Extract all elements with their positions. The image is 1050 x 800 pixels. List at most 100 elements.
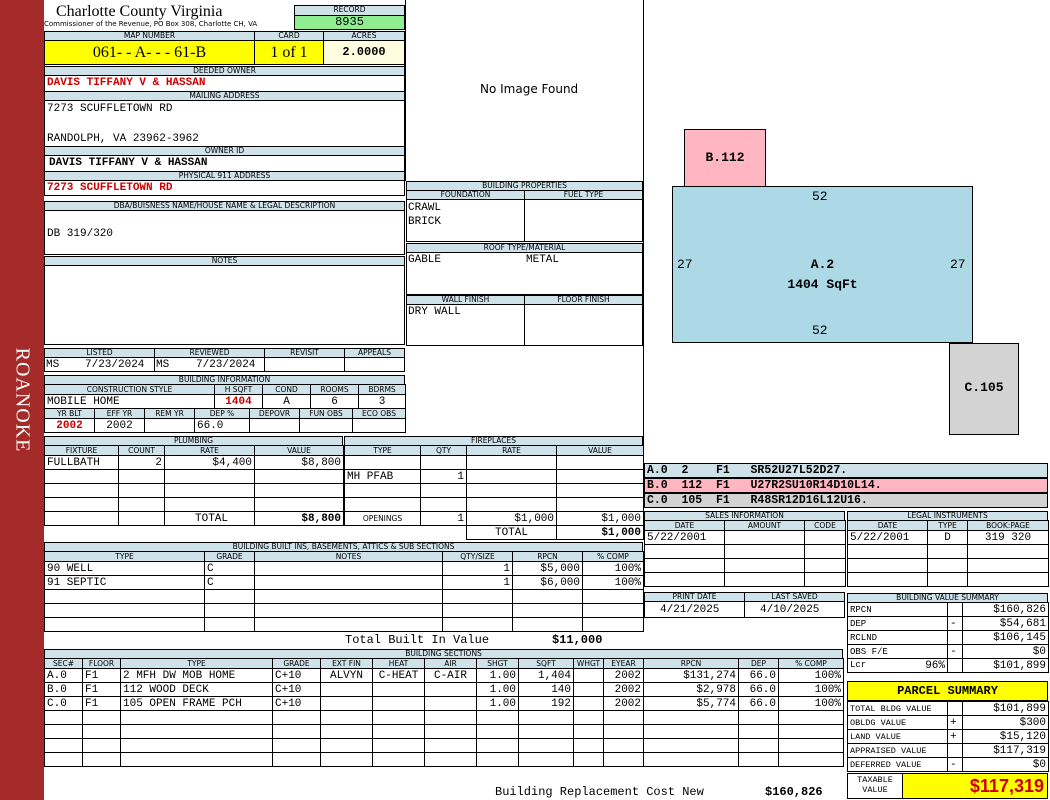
roof-type: GABLE — [408, 254, 442, 266]
openings-rate: $1,000 — [466, 511, 557, 526]
count-header: COUNT — [118, 445, 165, 456]
table-row: 90 WELL C 1 $5,000 100% — [44, 561, 644, 576]
taxable-label: TAXABLE VALUE — [857, 775, 893, 795]
hsqft-label: H SQFT — [214, 384, 263, 395]
bi-notes-header: NOTES — [254, 551, 443, 562]
grade-header: GRADE — [272, 658, 321, 669]
map-number: 061- - A- - - 61-B — [44, 40, 255, 65]
sqft-header: SQFT — [518, 658, 574, 669]
fixture-header: FIXTURE — [44, 445, 119, 456]
legal-date-header: DATE — [847, 520, 928, 531]
legal-type-header: TYPE — [927, 520, 968, 531]
plumbing-table: FIXTURE COUNT RATE VALUE FULLBATH 2 $4,400 $8,… — [44, 445, 344, 526]
table-row: RPCN $160,826 — [847, 602, 1049, 617]
reviewed-date: 7/23/2024 — [196, 359, 256, 371]
openings-qty: 1 — [420, 511, 467, 526]
sketch-a-label: A.2 — [810, 257, 835, 272]
funobs-label: FUN OBS — [299, 408, 353, 419]
table-row: 91 SEPTIC C 1 $6,000 100% — [44, 575, 644, 590]
table-row: B.0 F1 112 WOOD DECK C+10 1.00 140 2002 $2,978 6… — [44, 682, 844, 697]
sketch-b-label: B.112 — [705, 150, 745, 165]
yrblt-value: 2002 — [44, 418, 95, 433]
plumbing-total: $8,800 — [254, 511, 344, 526]
no-image-text: No Image Found — [480, 82, 579, 96]
sketch-code-a: A.0 2 F1 SR52U27L52D27. — [644, 463, 1048, 478]
table-row: TOTAL BLDG VALUE $101,899 — [847, 701, 1049, 716]
openings-value: $1,000 — [556, 511, 644, 526]
photo-panel-border — [405, 0, 406, 181]
dep-header: DEP — [738, 658, 779, 669]
notes-box — [44, 265, 405, 345]
sections-table: SEC# FLOOR TYPE GRADE EXT FIN HEAT AIR SHGT SQFT… — [44, 658, 844, 767]
rate-header: RATE — [164, 445, 255, 456]
wall-finish: DRY WALL — [408, 306, 461, 318]
bdrms-label: BDRMS — [358, 384, 406, 395]
county-subtitle: Commissioner of the Revenue, PO Box 308,… — [44, 20, 258, 28]
dep-value: 66.0 — [194, 418, 250, 433]
listed-by: MS — [46, 359, 60, 371]
legal-bookpage-header: BOOK:PAGE — [967, 520, 1049, 531]
roof-box — [406, 252, 643, 295]
table-row: RCLND $106,145 — [847, 630, 1049, 645]
foundation-1: CRAWL — [408, 202, 442, 214]
fireplaces-table: TYPE QTY RATE VALUE MH PFAB 1 OPENINGS 1 $1,00… — [344, 445, 644, 540]
sketch-code-b: B.0 112 F1 U27R2SU10R14D10L14. — [644, 478, 1048, 493]
builtins-table: TYPE GRADE NOTES QTY/SIZE RPCN% COMP 90 WELL… — [44, 551, 644, 632]
table-row: 5/22/2001 — [644, 530, 846, 545]
sales-table: DATE AMOUNT CODE 5/22/2001 — [644, 520, 846, 587]
fp-type-header: TYPE — [344, 445, 421, 456]
fireplaces-total: $1,000 — [556, 525, 644, 540]
replacement-cost: $160,826 — [765, 785, 823, 799]
bi-comp-header: % COMP — [582, 551, 644, 562]
building-info-table: CONSTRUCTION STYLE H SQFT COND ROOMS BDRMS M… — [44, 384, 406, 409]
dba-value: DB 319/320 — [47, 228, 114, 240]
value-header: VALUE — [254, 445, 344, 456]
table-row: OBS F/E - $0 — [847, 644, 1049, 659]
legal-table: DATE TYPE BOOK:PAGE 5/22/2001 D 319 320 — [847, 520, 1049, 587]
sales-amount-header: AMOUNT — [724, 520, 805, 531]
bi-rpcn-header: RPCN — [512, 551, 583, 562]
bdrms-value: 3 — [358, 394, 406, 409]
print-date: 4/21/2025 — [660, 604, 720, 616]
last-saved: 4/10/2025 — [760, 604, 820, 616]
record-value: 8935 — [294, 15, 405, 30]
listed-date: 7/23/2024 — [85, 359, 145, 371]
acres-value: 2.0000 — [323, 40, 405, 65]
table-row: Lcr 96% $101,899 — [847, 658, 1049, 673]
fp-qty-header: QTY — [420, 445, 467, 456]
rpcn-header: RPCN — [643, 658, 739, 669]
table-row: FULLBATH 2 $4,400 $8,800 — [44, 455, 344, 470]
sec-header: SEC# — [44, 658, 83, 669]
builtins-total: $11,000 — [552, 633, 603, 647]
comp-header: % COMP — [778, 658, 844, 669]
dep-label: DEP % — [194, 408, 250, 419]
air-header: AIR — [424, 658, 477, 669]
rooms-label: ROOMS — [310, 384, 359, 395]
owner-frame — [44, 65, 405, 196]
sketch-panel-border — [643, 0, 644, 463]
effyr-value: 2002 — [94, 418, 145, 433]
roof-material: METAL — [526, 254, 560, 266]
builtins-total-label: Total Built In Value — [345, 633, 490, 647]
building-age-table: YR BLT EFF YR REM YR DEP % DEPOVR FUN OBS ECO … — [44, 408, 406, 433]
sketch-dim-top: 52 — [812, 189, 828, 204]
parcel-summary-title: PARCEL SUMMARY — [847, 681, 1048, 701]
foundation-2: BRICK — [408, 216, 442, 228]
remyr-label: REM YR — [144, 408, 195, 419]
sketch-c-label: C.105 — [964, 380, 1004, 395]
taxable-value: $117,319 — [902, 773, 1048, 799]
cond-label: COND — [262, 384, 311, 395]
sketch-dim-bottom: 52 — [812, 323, 828, 338]
card-value: 1 of 1 — [254, 40, 324, 65]
shgt-header: SHGT — [476, 658, 519, 669]
plumbing-total-label: TOTAL — [164, 511, 255, 526]
construction-style-label: CONSTRUCTION STYLE — [44, 384, 215, 395]
sales-code-header: CODE — [804, 520, 846, 531]
hsqft-value: 1404 — [214, 394, 263, 409]
table-row: DEFERRED VALUE - $0 — [847, 757, 1049, 772]
replacement-cost-label: Building Replacement Cost New — [495, 785, 704, 799]
parcel-summary-table: TOTAL BLDG VALUE $101,899 OBLDG VALUE + $30… — [847, 701, 1049, 772]
sketch-code-c: C.0 105 F1 R48SR12D16L12U16. — [644, 493, 1048, 508]
sidebar: ROANOKE — [0, 0, 44, 800]
sketch-dim-right: 27 — [950, 257, 966, 272]
